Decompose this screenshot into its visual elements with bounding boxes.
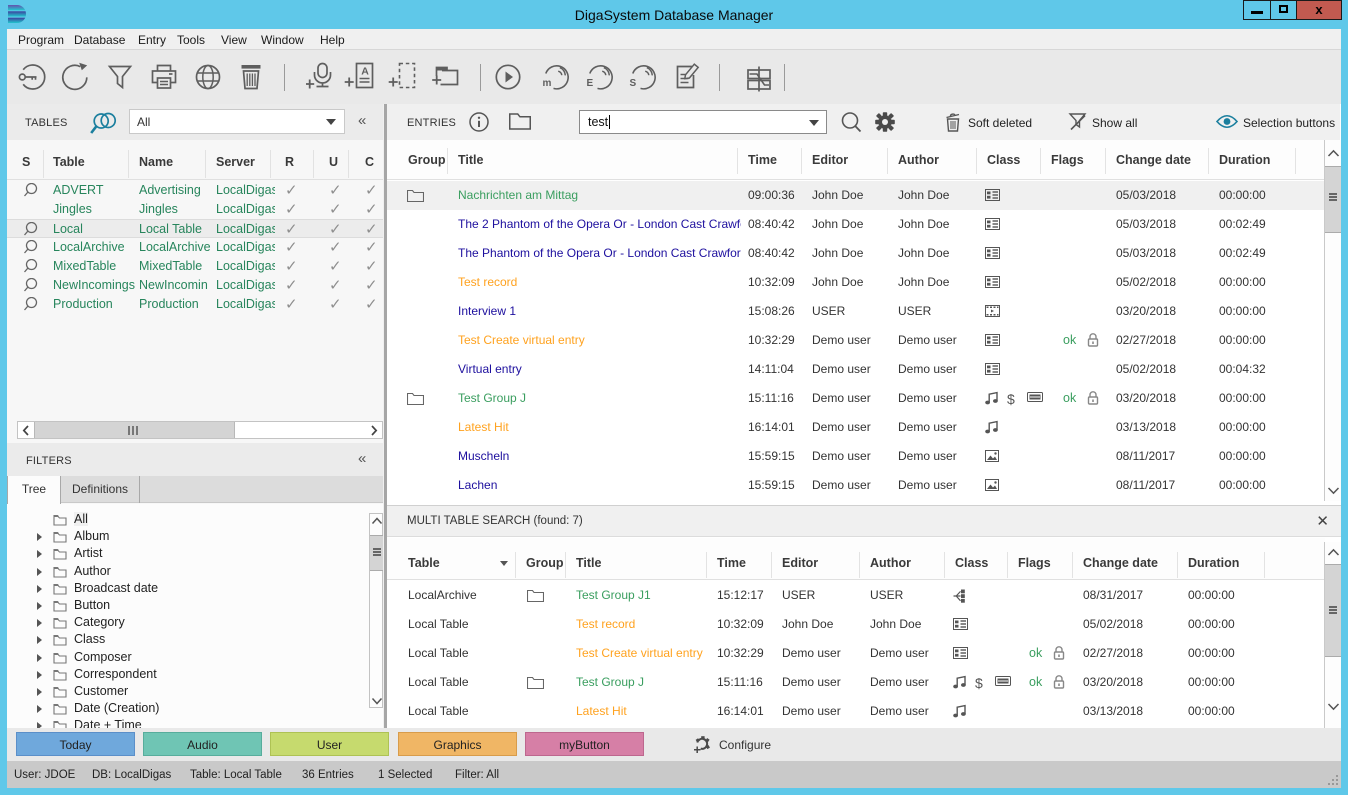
svg-text:m: m xyxy=(543,78,552,89)
svg-text:S: S xyxy=(630,78,637,89)
svg-text:E: E xyxy=(587,78,594,89)
svg-text:A: A xyxy=(361,66,369,78)
